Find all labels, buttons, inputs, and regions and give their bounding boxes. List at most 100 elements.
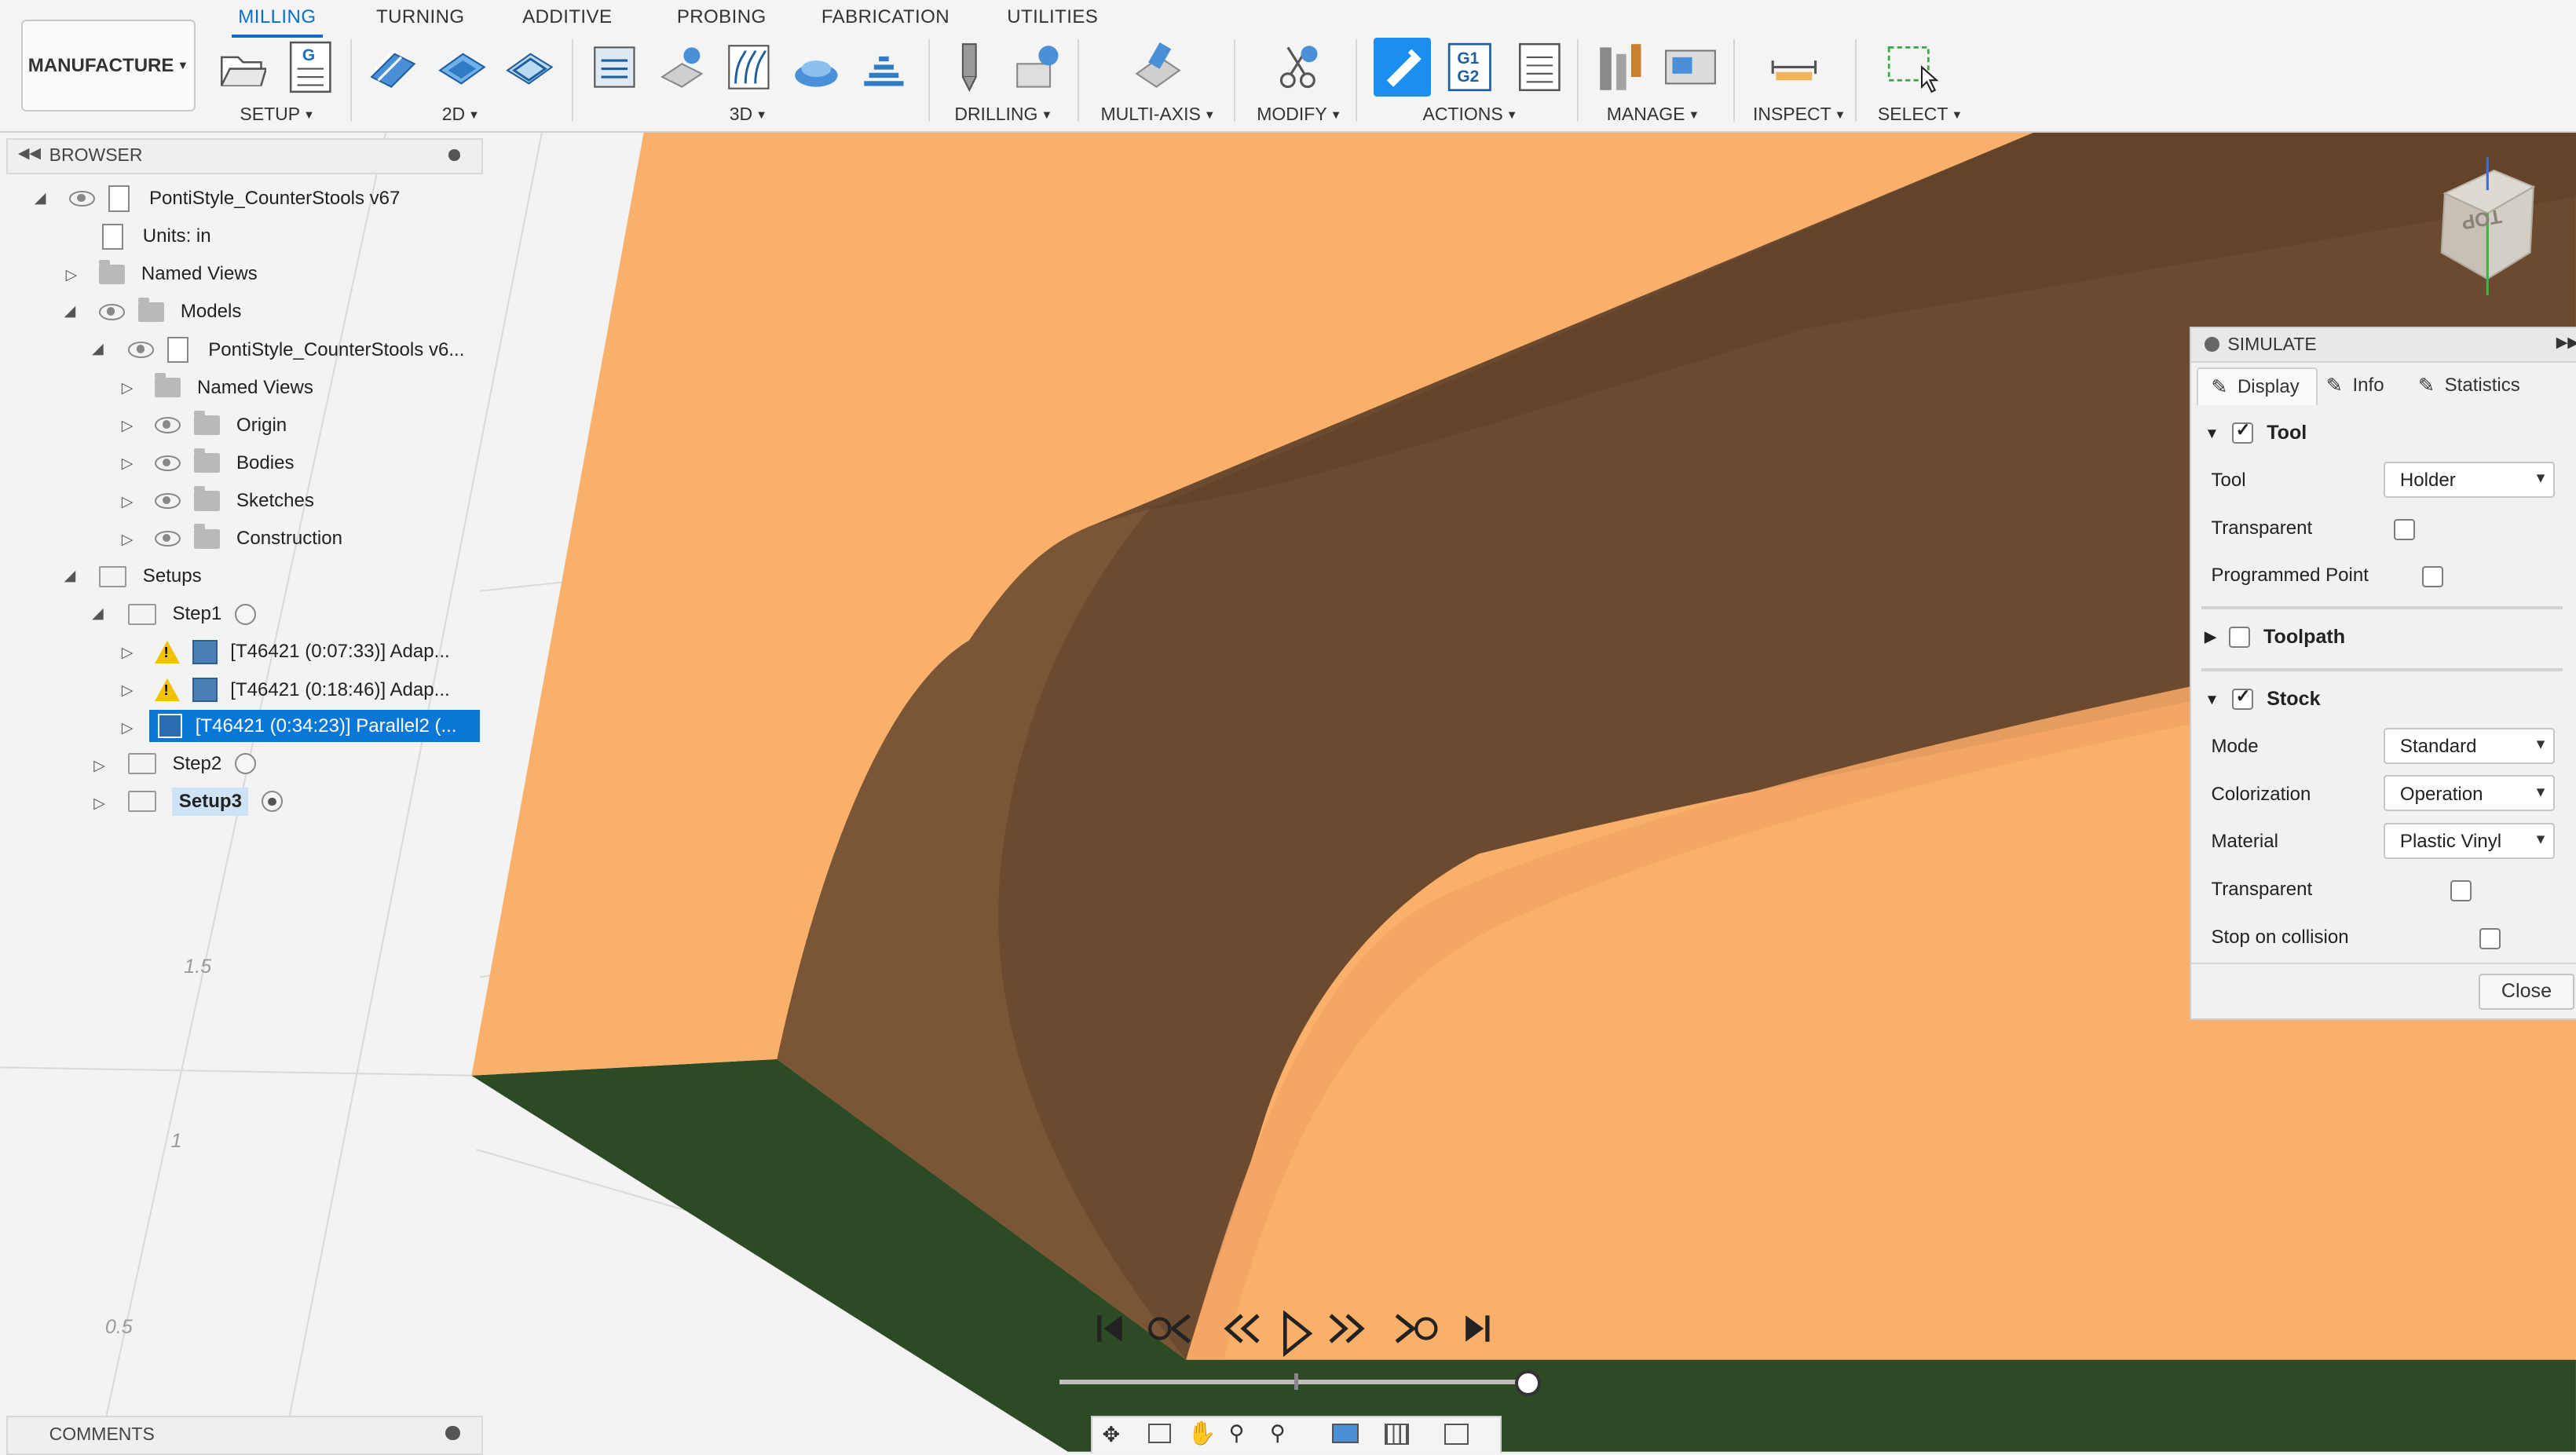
post-process-icon[interactable]: G1 G2 — [1446, 41, 1495, 93]
next-operation-button[interactable] — [1393, 1311, 1440, 1354]
3d-adaptive-icon[interactable] — [590, 41, 639, 93]
expand-op2-icon[interactable]: ▷ — [122, 682, 133, 699]
mode-dropdown[interactable]: Standard — [2384, 727, 2555, 764]
step-forward-button[interactable] — [1327, 1311, 1367, 1354]
tree-root[interactable]: PontiStyle_CounterStools v67 — [68, 182, 400, 215]
visibility-eye-icon[interactable] — [68, 190, 96, 207]
multi-axis-group-menu[interactable]: MULTI-AXIS ▼ — [1101, 104, 1216, 125]
expand-sketches-icon[interactable]: ▷ — [122, 493, 133, 510]
modify-group-menu[interactable]: MODIFY ▼ — [1257, 104, 1341, 125]
active-setup-radio[interactable] — [235, 753, 257, 775]
expand-setup3-icon[interactable]: ▷ — [93, 795, 104, 812]
tree-setup3[interactable]: Setup3 — [128, 785, 284, 818]
expand-named-views-2-icon[interactable]: ▷ — [122, 379, 133, 397]
material-dropdown[interactable]: Plastic Vinyl — [2384, 822, 2555, 859]
tree-model[interactable]: PontiStyle_CounterStools v6... — [128, 334, 464, 367]
tab-milling[interactable]: MILLING — [231, 6, 324, 39]
3d-pocket-icon[interactable] — [659, 41, 708, 93]
tree-named-views[interactable]: Named Views — [98, 258, 258, 291]
window-select-icon[interactable] — [1886, 41, 1939, 93]
tab-info[interactable]: ✎ Info — [2326, 367, 2384, 404]
close-button[interactable]: Close — [2479, 974, 2574, 1011]
tree-step2[interactable]: Step2 — [128, 748, 257, 781]
stock-transparent-checkbox[interactable] — [2450, 880, 2472, 902]
fit-icon[interactable]: ⚲ — [1270, 1420, 1286, 1446]
hole-recognition-icon[interactable] — [1014, 41, 1063, 93]
view-cube[interactable]: TOP — [2428, 151, 2547, 296]
tab-probing[interactable]: PROBING — [677, 6, 767, 28]
visibility-eye-icon[interactable] — [98, 304, 125, 320]
tree-step1[interactable]: Step1 — [128, 598, 257, 631]
stock-section-header[interactable]: ▼ Stock — [2205, 685, 2321, 711]
drilling-group-menu[interactable]: DRILLING ▼ — [954, 104, 1052, 125]
actions-group-menu[interactable]: ACTIONS ▼ — [1422, 104, 1517, 125]
multi-axis-icon[interactable] — [1130, 41, 1181, 93]
zoom-icon[interactable]: ⚲ — [1229, 1420, 1245, 1446]
3d-steep-shallow-icon[interactable] — [859, 41, 909, 93]
tree-units[interactable]: Units: in — [101, 220, 211, 253]
setup-sheet-icon[interactable] — [1515, 41, 1564, 93]
manage-group-menu[interactable]: MANAGE ▼ — [1607, 104, 1700, 125]
collapse-setups-icon[interactable]: ◢ — [64, 567, 75, 584]
previous-operation-button[interactable] — [1147, 1311, 1193, 1354]
step-back-button[interactable] — [1222, 1311, 1261, 1354]
tree-named-views-2[interactable]: Named Views — [154, 371, 313, 404]
tree-models[interactable]: Models — [98, 296, 241, 329]
2d-group-menu[interactable]: 2D ▼ — [442, 104, 480, 125]
expand-toolpath-icon[interactable]: ▶ — [2205, 628, 2216, 645]
active-setup-radio[interactable] — [262, 791, 284, 813]
nc-program-icon[interactable]: G — [287, 41, 337, 93]
visibility-eye-icon[interactable] — [154, 455, 181, 472]
expand-named-views-icon[interactable]: ▷ — [66, 266, 77, 283]
expand-origin-icon[interactable]: ▷ — [122, 417, 133, 434]
tree-operation-3-selected[interactable]: [T46421 (0:34:23)] Parallel2 (... — [149, 709, 480, 743]
collapse-step1-icon[interactable]: ◢ — [92, 605, 103, 622]
measure-icon[interactable] — [1769, 41, 1819, 93]
collapse-browser-icon[interactable]: ◀◀ — [18, 144, 41, 162]
play-button[interactable] — [1280, 1310, 1313, 1364]
transparent-checkbox[interactable] — [2393, 518, 2415, 540]
go-to-start-button[interactable] — [1096, 1311, 1125, 1354]
expand-step2-icon[interactable]: ▷ — [93, 757, 104, 774]
go-to-end-button[interactable] — [1462, 1311, 1492, 1354]
inspect-group-menu[interactable]: INSPECT ▼ — [1753, 104, 1846, 125]
timeline-handle[interactable] — [1515, 1369, 1542, 1396]
simulate-button[interactable] — [1373, 38, 1431, 97]
3d-scallop-icon[interactable] — [792, 41, 841, 93]
expand-op1-icon[interactable]: ▷ — [122, 644, 133, 661]
visibility-eye-icon[interactable] — [154, 492, 181, 510]
2d-contour-icon[interactable] — [504, 41, 554, 93]
toolpath-section-header[interactable]: ▶ Toolpath — [2205, 626, 2345, 649]
new-setup-icon[interactable] — [217, 41, 268, 93]
orbit-icon[interactable]: ✥ — [1103, 1422, 1121, 1447]
workspace-switcher[interactable]: MANUFACTURE ▼ — [21, 20, 196, 112]
scissors-icon[interactable] — [1273, 41, 1323, 93]
drill-icon[interactable] — [946, 41, 996, 93]
visibility-eye-icon[interactable] — [128, 342, 155, 358]
panel-collapse-icon[interactable] — [2205, 336, 2219, 352]
collapse-model-icon[interactable]: ◢ — [92, 340, 103, 357]
tab-turning[interactable]: TURNING — [376, 6, 464, 28]
2d-pocket-icon[interactable] — [437, 41, 486, 93]
expand-panel-icon[interactable]: ▶▶ — [2556, 334, 2576, 351]
expand-construction-icon[interactable]: ▷ — [122, 531, 133, 548]
setup-group-menu[interactable]: SETUP ▼ — [240, 104, 314, 125]
select-group-menu[interactable]: SELECT ▼ — [1878, 104, 1963, 125]
viewports-icon[interactable] — [1444, 1424, 1469, 1446]
programmed-point-checkbox[interactable] — [2421, 566, 2443, 588]
tab-statistics[interactable]: ✎ Statistics — [2418, 367, 2520, 404]
tree-origin[interactable]: Origin — [154, 409, 287, 442]
expand-root-icon[interactable]: ◢ — [35, 189, 46, 207]
active-setup-radio[interactable] — [235, 603, 257, 625]
tab-utilities[interactable]: UTILITIES — [1007, 6, 1098, 28]
tab-additive[interactable]: ADDITIVE — [522, 6, 612, 28]
3d-group-menu[interactable]: 3D ▼ — [730, 104, 767, 125]
tree-construction[interactable]: Construction — [154, 522, 342, 555]
comments-bar[interactable]: COMMENTS — [6, 1416, 483, 1455]
machine-library-icon[interactable] — [1664, 41, 1716, 93]
tree-sketches[interactable]: Sketches — [154, 484, 314, 517]
grid-settings-icon[interactable] — [1385, 1424, 1410, 1446]
stock-section-checkbox[interactable] — [2232, 685, 2254, 711]
add-comment-icon[interactable] — [445, 1425, 460, 1441]
tree-bodies[interactable]: Bodies — [154, 447, 295, 480]
